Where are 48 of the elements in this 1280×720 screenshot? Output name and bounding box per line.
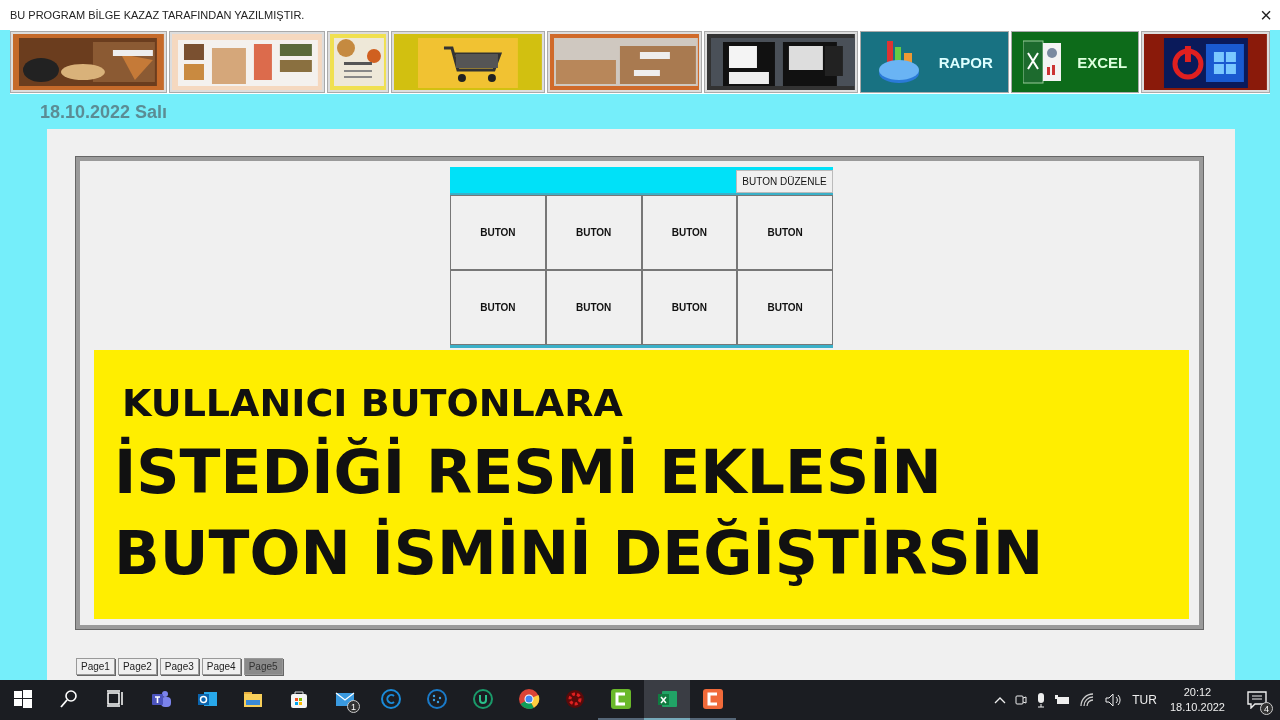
user-button[interactable]: BUTON xyxy=(545,195,642,270)
user-button[interactable]: BUTON xyxy=(641,270,738,345)
letter-circle-icon xyxy=(380,688,402,710)
recorder-icon xyxy=(702,688,724,710)
banner-text: İSTEDİĞİ RESMİ EKLESİN xyxy=(114,437,942,507)
page-tab[interactable]: Page1 xyxy=(76,658,115,675)
user-button[interactable]: BUTON xyxy=(545,270,642,345)
battery-icon[interactable] xyxy=(1055,694,1072,706)
window-title: BU PROGRAM BİLGE KAZAZ TARAFINDAN YAZILMIŞTIR. xyxy=(10,9,305,21)
banner-text: KULLANICI BUTONLARA xyxy=(122,381,623,425)
user-button[interactable]: BUTON xyxy=(737,195,833,270)
user-button[interactable]: BUTON xyxy=(641,195,738,270)
windows-icon xyxy=(12,688,34,710)
speaker-icon[interactable] xyxy=(1105,693,1124,707)
banner-text: BUTON İSMİNİ DEĞİŞTİRSİN xyxy=(114,518,1044,588)
task-view-icon xyxy=(104,688,126,710)
shopping-bag-icon xyxy=(288,688,310,710)
user-button[interactable]: BUTON xyxy=(450,195,546,270)
count-badge: 4 xyxy=(1260,702,1273,715)
user-button[interactable]: BUTON xyxy=(737,270,833,345)
dots-circle-icon xyxy=(426,688,448,710)
page-tab[interactable]: Page3 xyxy=(159,658,199,675)
browser-icon xyxy=(518,688,540,710)
count-badge: 1 xyxy=(347,700,360,713)
gear-icon xyxy=(564,688,586,710)
u-circle-icon xyxy=(472,688,494,710)
page-tab[interactable]: Page4 xyxy=(201,658,241,675)
user-button[interactable]: BUTON xyxy=(450,270,546,345)
clock-date[interactable]: 18.10.2022 xyxy=(1169,700,1225,715)
microphone-icon[interactable] xyxy=(1036,692,1047,708)
report-button[interactable]: RAPOR xyxy=(860,31,1010,93)
page-tab[interactable]: Page2 xyxy=(117,658,157,675)
app-icon xyxy=(610,688,632,710)
clock-time[interactable]: 20:12 xyxy=(1183,685,1212,700)
date-label: 18.10.2022 Salı xyxy=(40,102,169,123)
excel-icon xyxy=(1023,39,1064,85)
page-tab[interactable]: Page5 xyxy=(243,658,283,675)
close-button[interactable]: × xyxy=(1260,5,1272,25)
chevron-up-icon[interactable] xyxy=(994,696,1007,704)
excel-button[interactable]: EXCEL xyxy=(1011,31,1140,93)
language-indicator[interactable]: TUR xyxy=(1132,693,1157,707)
search-icon xyxy=(58,688,80,710)
people-icon xyxy=(150,688,172,710)
taskbar-button[interactable]: 1 xyxy=(322,680,368,720)
edit-button[interactable]: BUTON DÜZENLE xyxy=(736,170,833,193)
image-button[interactable] xyxy=(326,31,389,93)
spreadsheet-icon xyxy=(656,688,678,710)
camera-icon[interactable] xyxy=(1015,692,1028,708)
